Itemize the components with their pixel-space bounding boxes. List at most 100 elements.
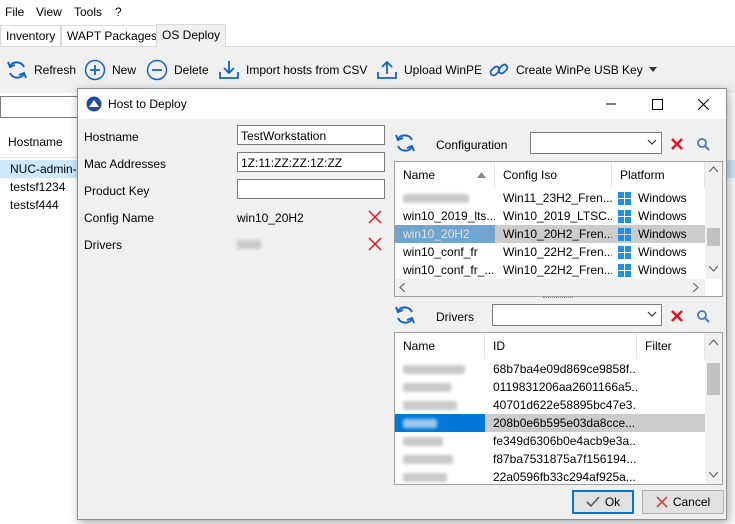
product-key-field[interactable] [237,179,385,199]
redacted-name [403,194,469,204]
cancel-button[interactable]: Cancel [642,490,724,514]
config-row[interactable]: Win11_23H2_Fren... Windows [395,189,705,207]
windows-logo-icon [618,209,632,224]
config-row-name: win10_20H2 [395,225,495,243]
driver-row-filter [637,450,705,468]
delete-label: Delete [174,63,209,77]
drivers-col-id[interactable]: ID [485,333,637,359]
sort-up-icon [477,172,486,178]
redacted-name [403,419,437,429]
driver-row[interactable]: 22a0596fb33c294af925a... [395,468,705,484]
driver-row[interactable]: 208b0e6b595e03da8cce... [395,414,705,432]
menubar: File View Tools ? [0,0,735,24]
config-row-platform: Windows [612,225,705,243]
windows-logo-icon [618,227,632,242]
toolbar: Refresh New Delete Import hosts from CSV… [0,47,735,93]
create-usb-key-button[interactable]: Create WinPe USB Key [488,57,657,83]
upload-winpe-button[interactable]: Upload WinPE [376,57,482,83]
refresh-icon [7,61,27,79]
drivers-filter-combo[interactable] [492,304,662,326]
driver-row-filter [637,414,705,432]
configuration-filter-combo[interactable] [530,132,662,154]
driver-row-id: fe349d6306b0e4acb9e3a... [493,434,637,448]
refresh-label: Refresh [34,63,77,77]
refresh-button[interactable]: Refresh [6,57,76,83]
maximize-button[interactable] [634,89,680,119]
search-icon[interactable] [696,137,710,151]
config-row[interactable]: win10_20H2 Win10_20H2_Fren... Windows [395,225,705,243]
host-row-fragment [727,160,735,178]
config-row[interactable]: win10_conf_fr Win10_22H2_Fren... Windows [395,243,705,261]
menu-help[interactable]: ? [115,5,122,19]
menu-file[interactable]: File [5,5,24,19]
platform-text: Windows [638,227,687,241]
menu-tools[interactable]: Tools [74,5,102,19]
tab-os-deploy[interactable]: OS Deploy [156,24,227,47]
upload-icon [377,60,397,79]
config-row[interactable]: win10_conf_fr_... Win10_22H2_Fren... Windo… [395,261,705,279]
redacted-name [403,383,451,393]
menu-view[interactable]: View [36,5,62,19]
host-filter-input[interactable] [0,96,82,118]
scroll-down-icon [709,266,718,272]
driver-row[interactable]: 68b7ba4e09d869ce9858f... [395,360,705,378]
search-icon[interactable] [696,309,710,323]
platform-text: Windows [638,245,687,259]
clear-drivers-icon[interactable] [367,236,383,252]
windows-logo-icon [618,191,632,206]
config-col-platform[interactable]: Platform [612,162,705,188]
config-row-iso: Win10_22H2_Fren... [503,245,612,259]
close-button[interactable] [680,89,726,119]
drivers-scroll-thumb[interactable] [707,363,720,395]
refresh-drivers-icon[interactable] [394,304,416,326]
clear-drivers-filter-icon[interactable] [669,308,685,324]
delete-button[interactable]: Delete [146,57,209,83]
dialog-title: Host to Deploy [108,97,187,111]
driver-row-name [395,432,485,450]
scroll-down-icon [709,472,718,478]
drivers-col-filter[interactable]: Filter [637,333,705,359]
config-row-platform: Windows [612,189,705,207]
close-icon [697,98,709,110]
hostname-column-header[interactable]: Hostname [0,127,88,158]
tab-inventory[interactable]: Inventory [0,25,62,46]
driver-row-id: 40701d622e58895bc47e3... [493,398,637,412]
hostname-field[interactable]: TestWorkstation [237,125,385,145]
link-icon [489,63,509,77]
create-usb-key-label: Create WinPe USB Key [516,63,643,77]
import-csv-button[interactable]: Import hosts from CSV [218,57,367,83]
tab-wapt-packages[interactable]: WAPT Packages [61,25,164,46]
ok-button[interactable]: Ok [572,490,634,514]
clear-configuration-filter-icon[interactable] [669,136,685,152]
config-row[interactable]: win10_2019_lts... Win10_2019_LTSC... Windo… [395,207,705,225]
driver-row[interactable]: f87ba7531875a7f156194... [395,450,705,468]
drivers-col-name[interactable]: Name [395,333,485,359]
platform-text: Windows [638,263,687,277]
refresh-configuration-icon[interactable] [394,132,416,154]
scroll-up-icon [709,339,718,345]
drivers-vertical-scrollbar[interactable] [705,333,722,484]
splitter-handle[interactable] [543,297,573,302]
mac-addresses-label: Mac Addresses [84,157,167,171]
driver-row[interactable]: fe349d6306b0e4acb9e3a... [395,432,705,450]
chevron-down-icon [647,139,657,145]
configuration-horizontal-scrollbar[interactable] [395,279,705,296]
configuration-label: Configuration [436,138,508,152]
driver-row[interactable]: 0119831206aa2601166a5... [395,378,705,396]
scroll-up-icon [709,166,718,172]
redacted-name [403,473,447,483]
driver-row[interactable]: 40701d622e58895bc47e3... [395,396,705,414]
minimize-button[interactable] [588,89,634,119]
config-col-name[interactable]: Name [395,162,495,188]
scroll-left-icon [399,283,405,292]
new-button[interactable]: New [84,57,136,83]
config-col-iso[interactable]: Config Iso [495,162,612,188]
mac-addresses-field[interactable]: 1Z:11:ZZ:ZZ:1Z:ZZ [237,152,385,172]
import-csv-label: Import hosts from CSV [246,63,368,77]
config-row-name: win10_conf_fr_... [403,263,495,277]
configuration-scroll-thumb[interactable] [707,228,720,246]
drivers-label: Drivers [84,238,122,252]
driver-row-name [395,468,485,484]
configuration-vertical-scrollbar[interactable] [705,162,722,279]
clear-config-icon[interactable] [367,209,383,225]
